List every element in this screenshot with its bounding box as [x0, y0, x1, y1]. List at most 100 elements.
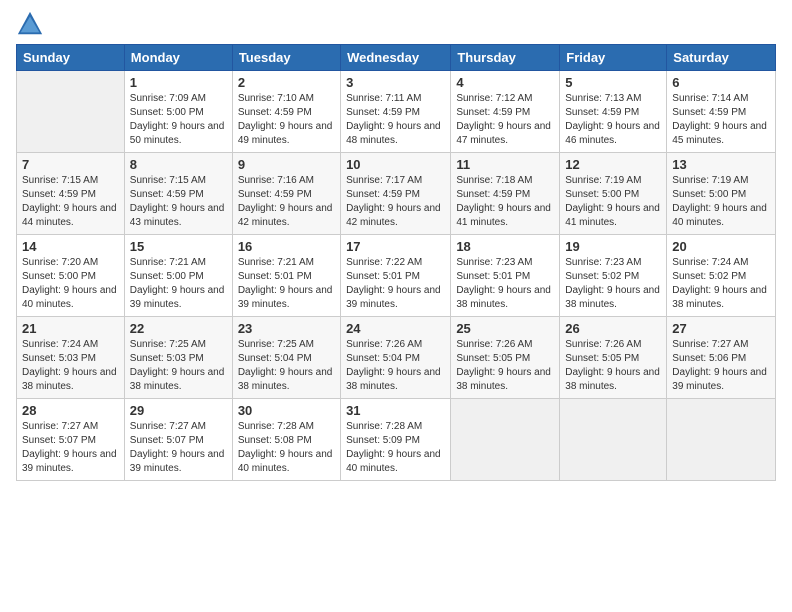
calendar-cell: 11 Sunrise: 7:18 AMSunset: 4:59 PMDayligh…: [451, 153, 560, 235]
day-number: 6: [672, 75, 770, 90]
day-number: 1: [130, 75, 227, 90]
day-info: Sunrise: 7:19 AMSunset: 5:00 PMDaylight:…: [672, 174, 770, 230]
day-info: Sunrise: 7:15 AMSunset: 4:59 PMDaylight:…: [130, 174, 227, 230]
day-number: 7: [22, 157, 119, 172]
day-info: Sunrise: 7:26 AMSunset: 5:04 PMDaylight:…: [346, 338, 445, 394]
calendar-cell: 24 Sunrise: 7:26 AMSunset: 5:04 PMDayligh…: [341, 317, 451, 399]
day-info: Sunrise: 7:10 AMSunset: 4:59 PMDaylight:…: [238, 92, 335, 148]
calendar-cell: 21 Sunrise: 7:24 AMSunset: 5:03 PMDayligh…: [17, 317, 125, 399]
calendar-cell: 29 Sunrise: 7:27 AMSunset: 5:07 PMDayligh…: [124, 399, 232, 481]
weekday-header-thursday: Thursday: [451, 45, 560, 71]
day-number: 16: [238, 239, 335, 254]
weekday-header-row: SundayMondayTuesdayWednesdayThursdayFrid…: [17, 45, 776, 71]
day-info: Sunrise: 7:26 AMSunset: 5:05 PMDaylight:…: [565, 338, 661, 394]
calendar-cell: [667, 399, 776, 481]
week-row-5: 28 Sunrise: 7:27 AMSunset: 5:07 PMDayligh…: [17, 399, 776, 481]
calendar-cell: 30Sunrise: 7:28 AMSunset: 5:08 PMDayligh…: [232, 399, 340, 481]
day-info: Sunrise: 7:19 AMSunset: 5:00 PMDaylight:…: [565, 174, 661, 230]
calendar-cell: 23Sunrise: 7:25 AMSunset: 5:04 PMDayligh…: [232, 317, 340, 399]
calendar-cell: 16Sunrise: 7:21 AMSunset: 5:01 PMDayligh…: [232, 235, 340, 317]
calendar-cell: [17, 71, 125, 153]
calendar-cell: 4 Sunrise: 7:12 AMSunset: 4:59 PMDaylight…: [451, 71, 560, 153]
logo-icon: [16, 10, 44, 38]
day-number: 25: [456, 321, 554, 336]
calendar-cell: 1 Sunrise: 7:09 AMSunset: 5:00 PMDaylight…: [124, 71, 232, 153]
calendar-cell: 5Sunrise: 7:13 AMSunset: 4:59 PMDaylight…: [560, 71, 667, 153]
calendar-cell: [451, 399, 560, 481]
calendar-cell: 20 Sunrise: 7:24 AMSunset: 5:02 PMDayligh…: [667, 235, 776, 317]
weekday-header-sunday: Sunday: [17, 45, 125, 71]
day-number: 12: [565, 157, 661, 172]
calendar-cell: 17 Sunrise: 7:22 AMSunset: 5:01 PMDayligh…: [341, 235, 451, 317]
day-info: Sunrise: 7:15 AMSunset: 4:59 PMDaylight:…: [22, 174, 119, 230]
day-info: Sunrise: 7:27 AMSunset: 5:06 PMDaylight:…: [672, 338, 770, 394]
day-info: Sunrise: 7:22 AMSunset: 5:01 PMDaylight:…: [346, 256, 445, 312]
day-number: 27: [672, 321, 770, 336]
calendar-cell: 26 Sunrise: 7:26 AMSunset: 5:05 PMDayligh…: [560, 317, 667, 399]
day-info: Sunrise: 7:21 AMSunset: 5:00 PMDaylight:…: [130, 256, 227, 312]
weekday-header-friday: Friday: [560, 45, 667, 71]
weekday-header-tuesday: Tuesday: [232, 45, 340, 71]
calendar-cell: 15 Sunrise: 7:21 AMSunset: 5:00 PMDayligh…: [124, 235, 232, 317]
day-number: 10: [346, 157, 445, 172]
day-number: 19: [565, 239, 661, 254]
week-row-3: 14 Sunrise: 7:20 AMSunset: 5:00 PMDayligh…: [17, 235, 776, 317]
day-info: Sunrise: 7:18 AMSunset: 4:59 PMDaylight:…: [456, 174, 554, 230]
day-number: 13: [672, 157, 770, 172]
calendar-cell: 22 Sunrise: 7:25 AMSunset: 5:03 PMDayligh…: [124, 317, 232, 399]
day-number: 22: [130, 321, 227, 336]
calendar-cell: 13 Sunrise: 7:19 AMSunset: 5:00 PMDayligh…: [667, 153, 776, 235]
header: [16, 10, 776, 38]
day-number: 14: [22, 239, 119, 254]
day-number: 4: [456, 75, 554, 90]
calendar-cell: 27 Sunrise: 7:27 AMSunset: 5:06 PMDayligh…: [667, 317, 776, 399]
day-number: 29: [130, 403, 227, 418]
day-number: 9: [238, 157, 335, 172]
calendar-cell: 6 Sunrise: 7:14 AMSunset: 4:59 PMDaylight…: [667, 71, 776, 153]
week-row-4: 21 Sunrise: 7:24 AMSunset: 5:03 PMDayligh…: [17, 317, 776, 399]
day-info: Sunrise: 7:28 AMSunset: 5:08 PMDaylight:…: [238, 420, 335, 476]
day-info: Sunrise: 7:26 AMSunset: 5:05 PMDaylight:…: [456, 338, 554, 394]
calendar-cell: 31 Sunrise: 7:28 AMSunset: 5:09 PMDayligh…: [341, 399, 451, 481]
calendar-cell: 25 Sunrise: 7:26 AMSunset: 5:05 PMDayligh…: [451, 317, 560, 399]
day-info: Sunrise: 7:17 AMSunset: 4:59 PMDaylight:…: [346, 174, 445, 230]
calendar-cell: 14 Sunrise: 7:20 AMSunset: 5:00 PMDayligh…: [17, 235, 125, 317]
calendar-cell: 2 Sunrise: 7:10 AMSunset: 4:59 PMDaylight…: [232, 71, 340, 153]
calendar-cell: 18Sunrise: 7:23 AMSunset: 5:01 PMDayligh…: [451, 235, 560, 317]
week-row-1: 1 Sunrise: 7:09 AMSunset: 5:00 PMDaylight…: [17, 71, 776, 153]
weekday-header-wednesday: Wednesday: [341, 45, 451, 71]
day-number: 20: [672, 239, 770, 254]
day-number: 17: [346, 239, 445, 254]
day-info: Sunrise: 7:28 AMSunset: 5:09 PMDaylight:…: [346, 420, 445, 476]
day-number: 18: [456, 239, 554, 254]
day-number: 3: [346, 75, 445, 90]
calendar-cell: 10 Sunrise: 7:17 AMSunset: 4:59 PMDayligh…: [341, 153, 451, 235]
day-info: Sunrise: 7:09 AMSunset: 5:00 PMDaylight:…: [130, 92, 227, 148]
day-info: Sunrise: 7:12 AMSunset: 4:59 PMDaylight:…: [456, 92, 554, 148]
day-info: Sunrise: 7:20 AMSunset: 5:00 PMDaylight:…: [22, 256, 119, 312]
day-number: 31: [346, 403, 445, 418]
day-number: 24: [346, 321, 445, 336]
day-number: 11: [456, 157, 554, 172]
day-info: Sunrise: 7:24 AMSunset: 5:03 PMDaylight:…: [22, 338, 119, 394]
calendar-cell: [560, 399, 667, 481]
day-info: Sunrise: 7:25 AMSunset: 5:03 PMDaylight:…: [130, 338, 227, 394]
day-info: Sunrise: 7:24 AMSunset: 5:02 PMDaylight:…: [672, 256, 770, 312]
calendar-cell: 7 Sunrise: 7:15 AMSunset: 4:59 PMDaylight…: [17, 153, 125, 235]
page: SundayMondayTuesdayWednesdayThursdayFrid…: [0, 0, 792, 612]
day-info: Sunrise: 7:23 AMSunset: 5:02 PMDaylight:…: [565, 256, 661, 312]
calendar-cell: 28Sunrise: 7:27 AMSunset: 5:07 PMDayligh…: [17, 399, 125, 481]
day-number: 2: [238, 75, 335, 90]
day-number: 28: [22, 403, 119, 418]
calendar-cell: 12 Sunrise: 7:19 AMSunset: 5:00 PMDayligh…: [560, 153, 667, 235]
calendar-cell: 9Sunrise: 7:16 AMSunset: 4:59 PMDaylight…: [232, 153, 340, 235]
day-number: 26: [565, 321, 661, 336]
calendar-table: SundayMondayTuesdayWednesdayThursdayFrid…: [16, 44, 776, 481]
day-info: Sunrise: 7:27 AMSunset: 5:07 PMDaylight:…: [130, 420, 227, 476]
day-number: 5: [565, 75, 661, 90]
day-number: 8: [130, 157, 227, 172]
day-number: 15: [130, 239, 227, 254]
week-row-2: 7 Sunrise: 7:15 AMSunset: 4:59 PMDaylight…: [17, 153, 776, 235]
day-number: 21: [22, 321, 119, 336]
day-info: Sunrise: 7:14 AMSunset: 4:59 PMDaylight:…: [672, 92, 770, 148]
